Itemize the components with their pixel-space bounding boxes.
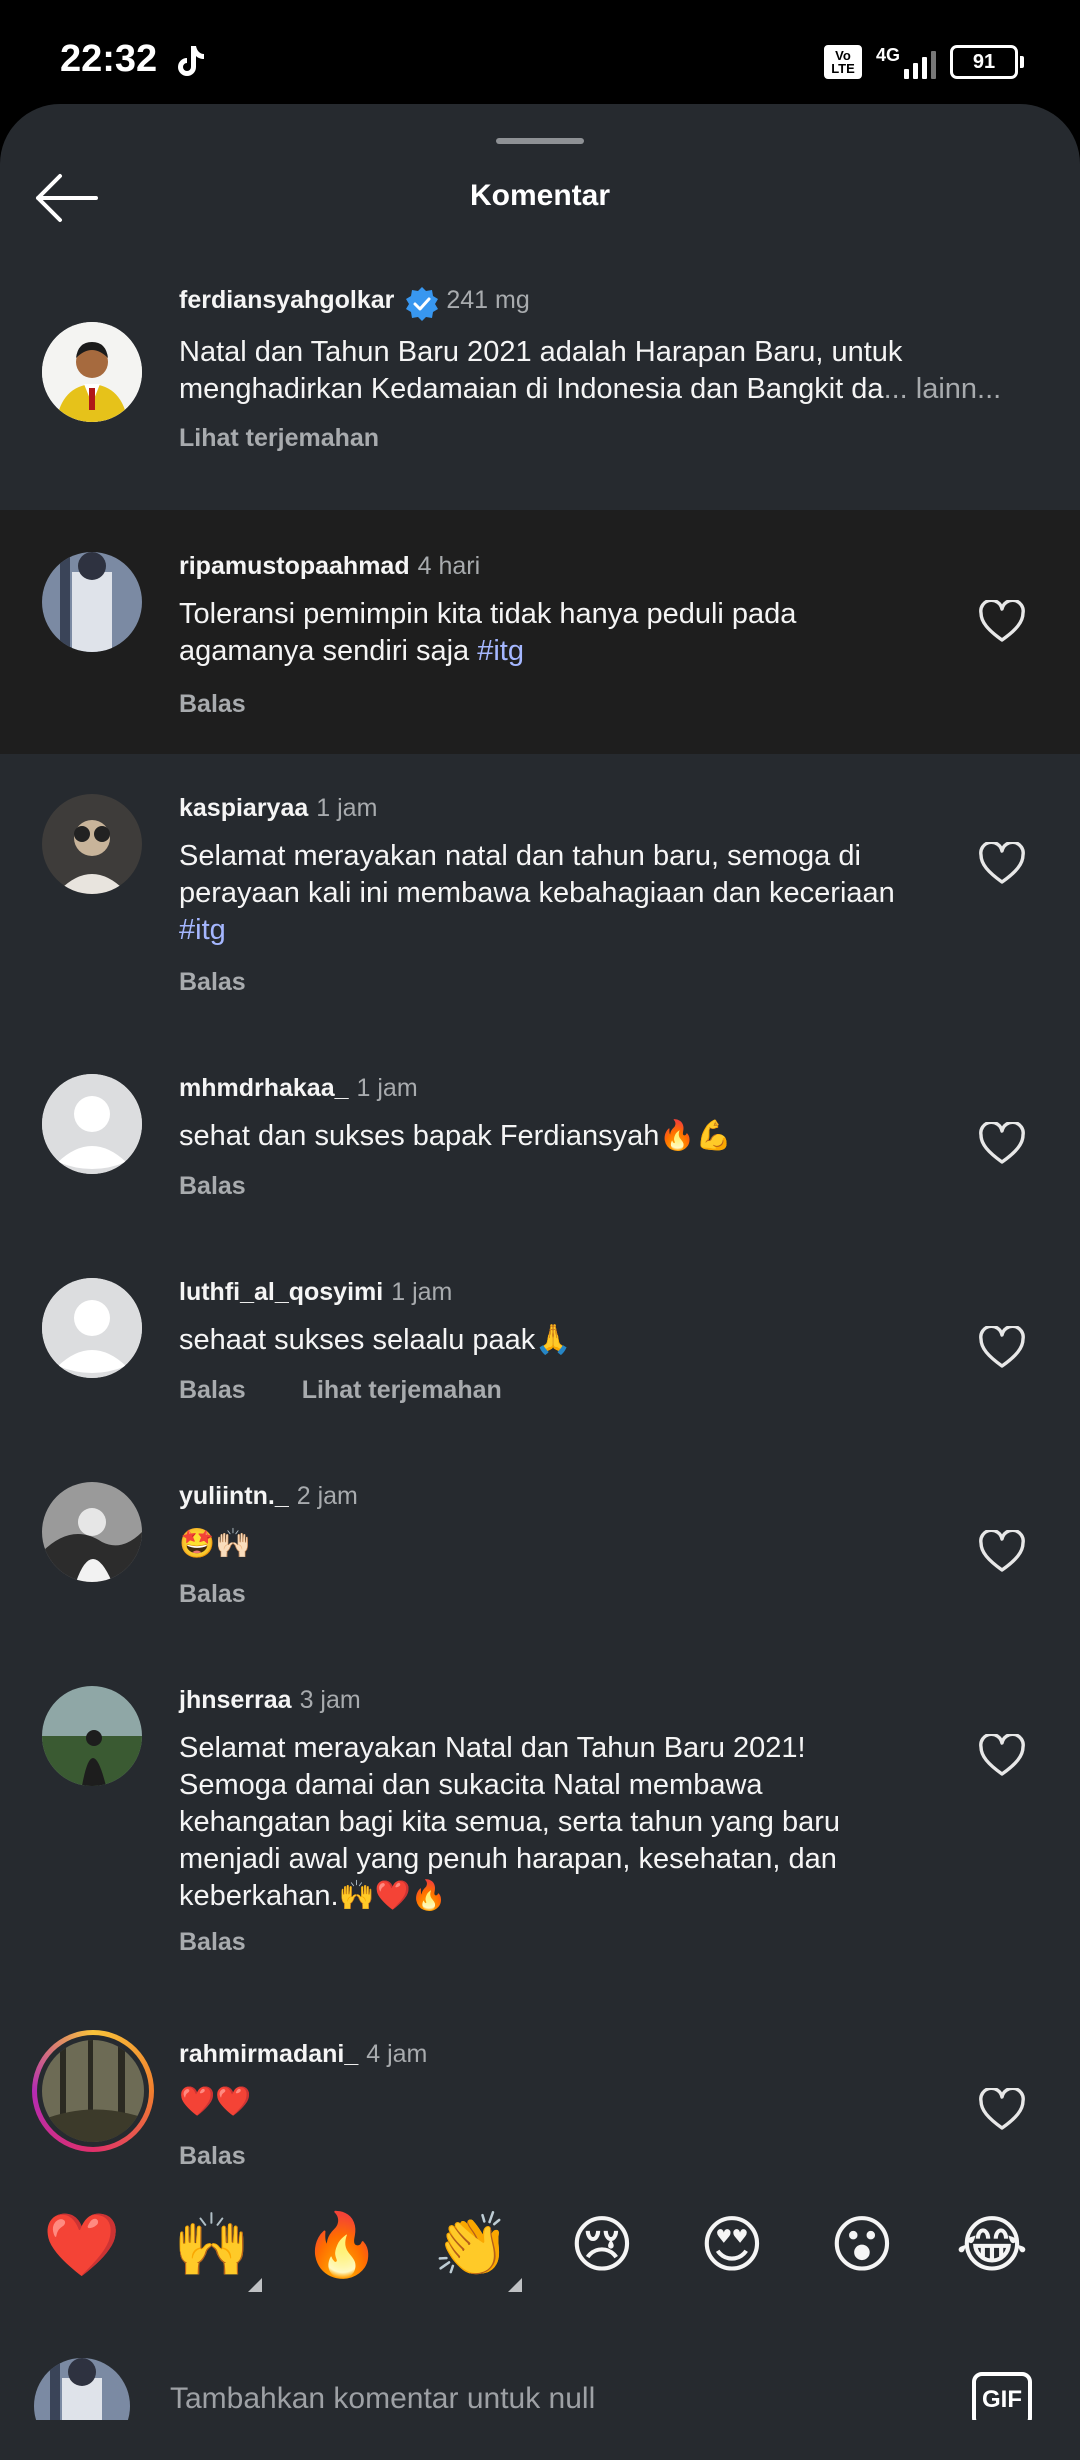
hashtag-link[interactable]: #itg [179,914,226,946]
comment-username[interactable]: jhnserraa [179,1686,292,1714]
translate-link[interactable]: Lihat terjemahan [302,1376,502,1405]
post-caption: ferdiansyahgolkar 241 mg Natal dan Tahun… [0,264,1080,512]
avatar[interactable] [42,1074,142,1174]
comment-time: 1 jam [356,1074,418,1102]
comment-time: 4 hari [417,552,481,580]
reply-button[interactable]: Balas [179,968,246,997]
heart-eyes-emoji-button[interactable]: 😍 [692,2206,772,2286]
caption-time: 241 mg [446,286,530,315]
comment-time: 2 jam [296,1482,358,1510]
skin-tone-indicator [248,2278,262,2292]
reply-button[interactable]: Balas [179,2142,246,2171]
avatar[interactable] [42,1482,142,1582]
reply-button[interactable]: Balas [179,1580,246,1609]
comment-text: sehaat sukses selaalu paak🙏 [179,1324,572,1356]
comment-username[interactable]: ripamustopaahmad [179,552,410,580]
heart-icon[interactable] [978,1530,1026,1574]
comment-username[interactable]: mhmdrhakaa_ [179,1074,349,1102]
comment-time: 1 jam [316,794,378,822]
comment-item: yuliintn._ 2 jam 🤩🙌🏻 Balas [0,1470,1080,1620]
comment-username[interactable]: kaspiaryaa [179,794,308,822]
surprised-emoji-button[interactable]: 😮 [822,2206,902,2286]
story-ring[interactable] [32,2030,154,2152]
tiktok-icon [178,46,204,76]
avatar[interactable] [42,552,142,652]
heart-icon[interactable] [978,842,1026,886]
reply-button[interactable]: Balas [179,1376,246,1405]
comment-text: Selamat merayakan natal dan tahun baru, … [179,840,895,946]
page-title: Komentar [469,179,611,212]
clapping-emoji-button[interactable]: 👏 [432,2206,522,2292]
comment-item: mhmdrhakaa_ 1 jam sehat dan sukses bapak … [0,1062,1080,1212]
avatar [42,2040,144,2142]
heart-icon[interactable] [978,600,1026,644]
emoji-quick-bar: ❤️ 🙌 🔥 👏 😢 😍 😮 😂 [0,2186,1080,2312]
avatar[interactable] [42,322,142,422]
raising-hands-emoji-button[interactable]: 🙌 [172,2206,262,2292]
reply-button[interactable]: Balas [179,690,246,719]
avatar[interactable] [42,1278,142,1378]
heart-icon[interactable] [978,1734,1026,1778]
comment-text: 🤩🙌🏻 [179,1528,252,1560]
volte-icon: Vo LTE [823,45,862,79]
comments-sheet: Komentar ferdiansyahgolkar 241 mg Natal … [0,104,1080,2460]
comment-item: kaspiaryaa 1 jam Selamat merayakan natal … [0,784,1080,1024]
heart-icon[interactable] [978,1326,1026,1370]
battery-icon: 91 [950,45,1024,79]
comment-item: jhnserraa 3 jam Selamat merayakan Natal d… [0,1674,1080,1974]
comment-item: rahmirmadani_ 4 jam ❤️❤️ Balas [0,2026,1080,2182]
drag-handle[interactable] [496,138,584,144]
skin-tone-indicator [508,2278,522,2292]
caption-more-link[interactable]: ... lainn... [884,373,1002,405]
caption-text: Natal dan Tahun Baru 2021 adalah Harapan… [179,336,1002,405]
status-time: 22:32 [60,38,158,80]
heart-icon[interactable] [978,2088,1026,2132]
reply-button[interactable]: Balas [179,1172,246,1201]
comment-text: sehat dan sukses bapak Ferdiansyah🔥💪 [179,1120,732,1152]
comment-item: luthfi_al_qosyimi 1 jam sehaat sukses sel… [0,1266,1080,1416]
fire-emoji-button[interactable]: 🔥 [302,2206,382,2286]
reply-button[interactable]: Balas [179,1928,246,1957]
comment-username[interactable]: yuliintn._ [179,1482,289,1510]
caption-username[interactable]: ferdiansyahgolkar [179,286,394,314]
comment-time: 4 jam [366,2040,428,2068]
comment-time: 1 jam [391,1278,453,1306]
verified-badge-icon [406,287,439,321]
battery-level: 91 [950,45,1018,79]
comment-time: 3 jam [299,1686,361,1714]
crying-emoji-button[interactable]: 😢 [562,2206,642,2286]
comment-text: Selamat merayakan Natal dan Tahun Baru 2… [179,1732,841,1912]
laughing-emoji-button[interactable]: 😂 [952,2206,1032,2286]
translate-link[interactable]: Lihat terjemahan [179,424,379,453]
hashtag-link[interactable]: #itg [477,635,524,667]
comment-item: ripamustopaahmad 4 hari Toleransi pemimpi… [0,510,1080,754]
heart-icon[interactable] [978,1122,1026,1166]
heart-emoji-button[interactable]: ❤️ [42,2206,122,2286]
comment-text: Toleransi pemimpin kita tidak hanya pedu… [179,598,797,667]
comment-input[interactable]: Tambahkan komentar untuk null [170,2382,595,2416]
comment-username[interactable]: luthfi_al_qosyimi [179,1278,383,1306]
signal-icon: 4G [876,45,936,79]
comment-text: ❤️❤️ [179,2086,252,2118]
network-type: 4G [875,45,900,65]
system-nav-bar [0,2420,1080,2460]
avatar[interactable] [42,794,142,894]
comment-username[interactable]: rahmirmadani_ [179,2040,358,2068]
avatar[interactable] [42,1686,142,1786]
status-bar: 22:32 Vo LTE 4G 91 [0,0,1080,104]
